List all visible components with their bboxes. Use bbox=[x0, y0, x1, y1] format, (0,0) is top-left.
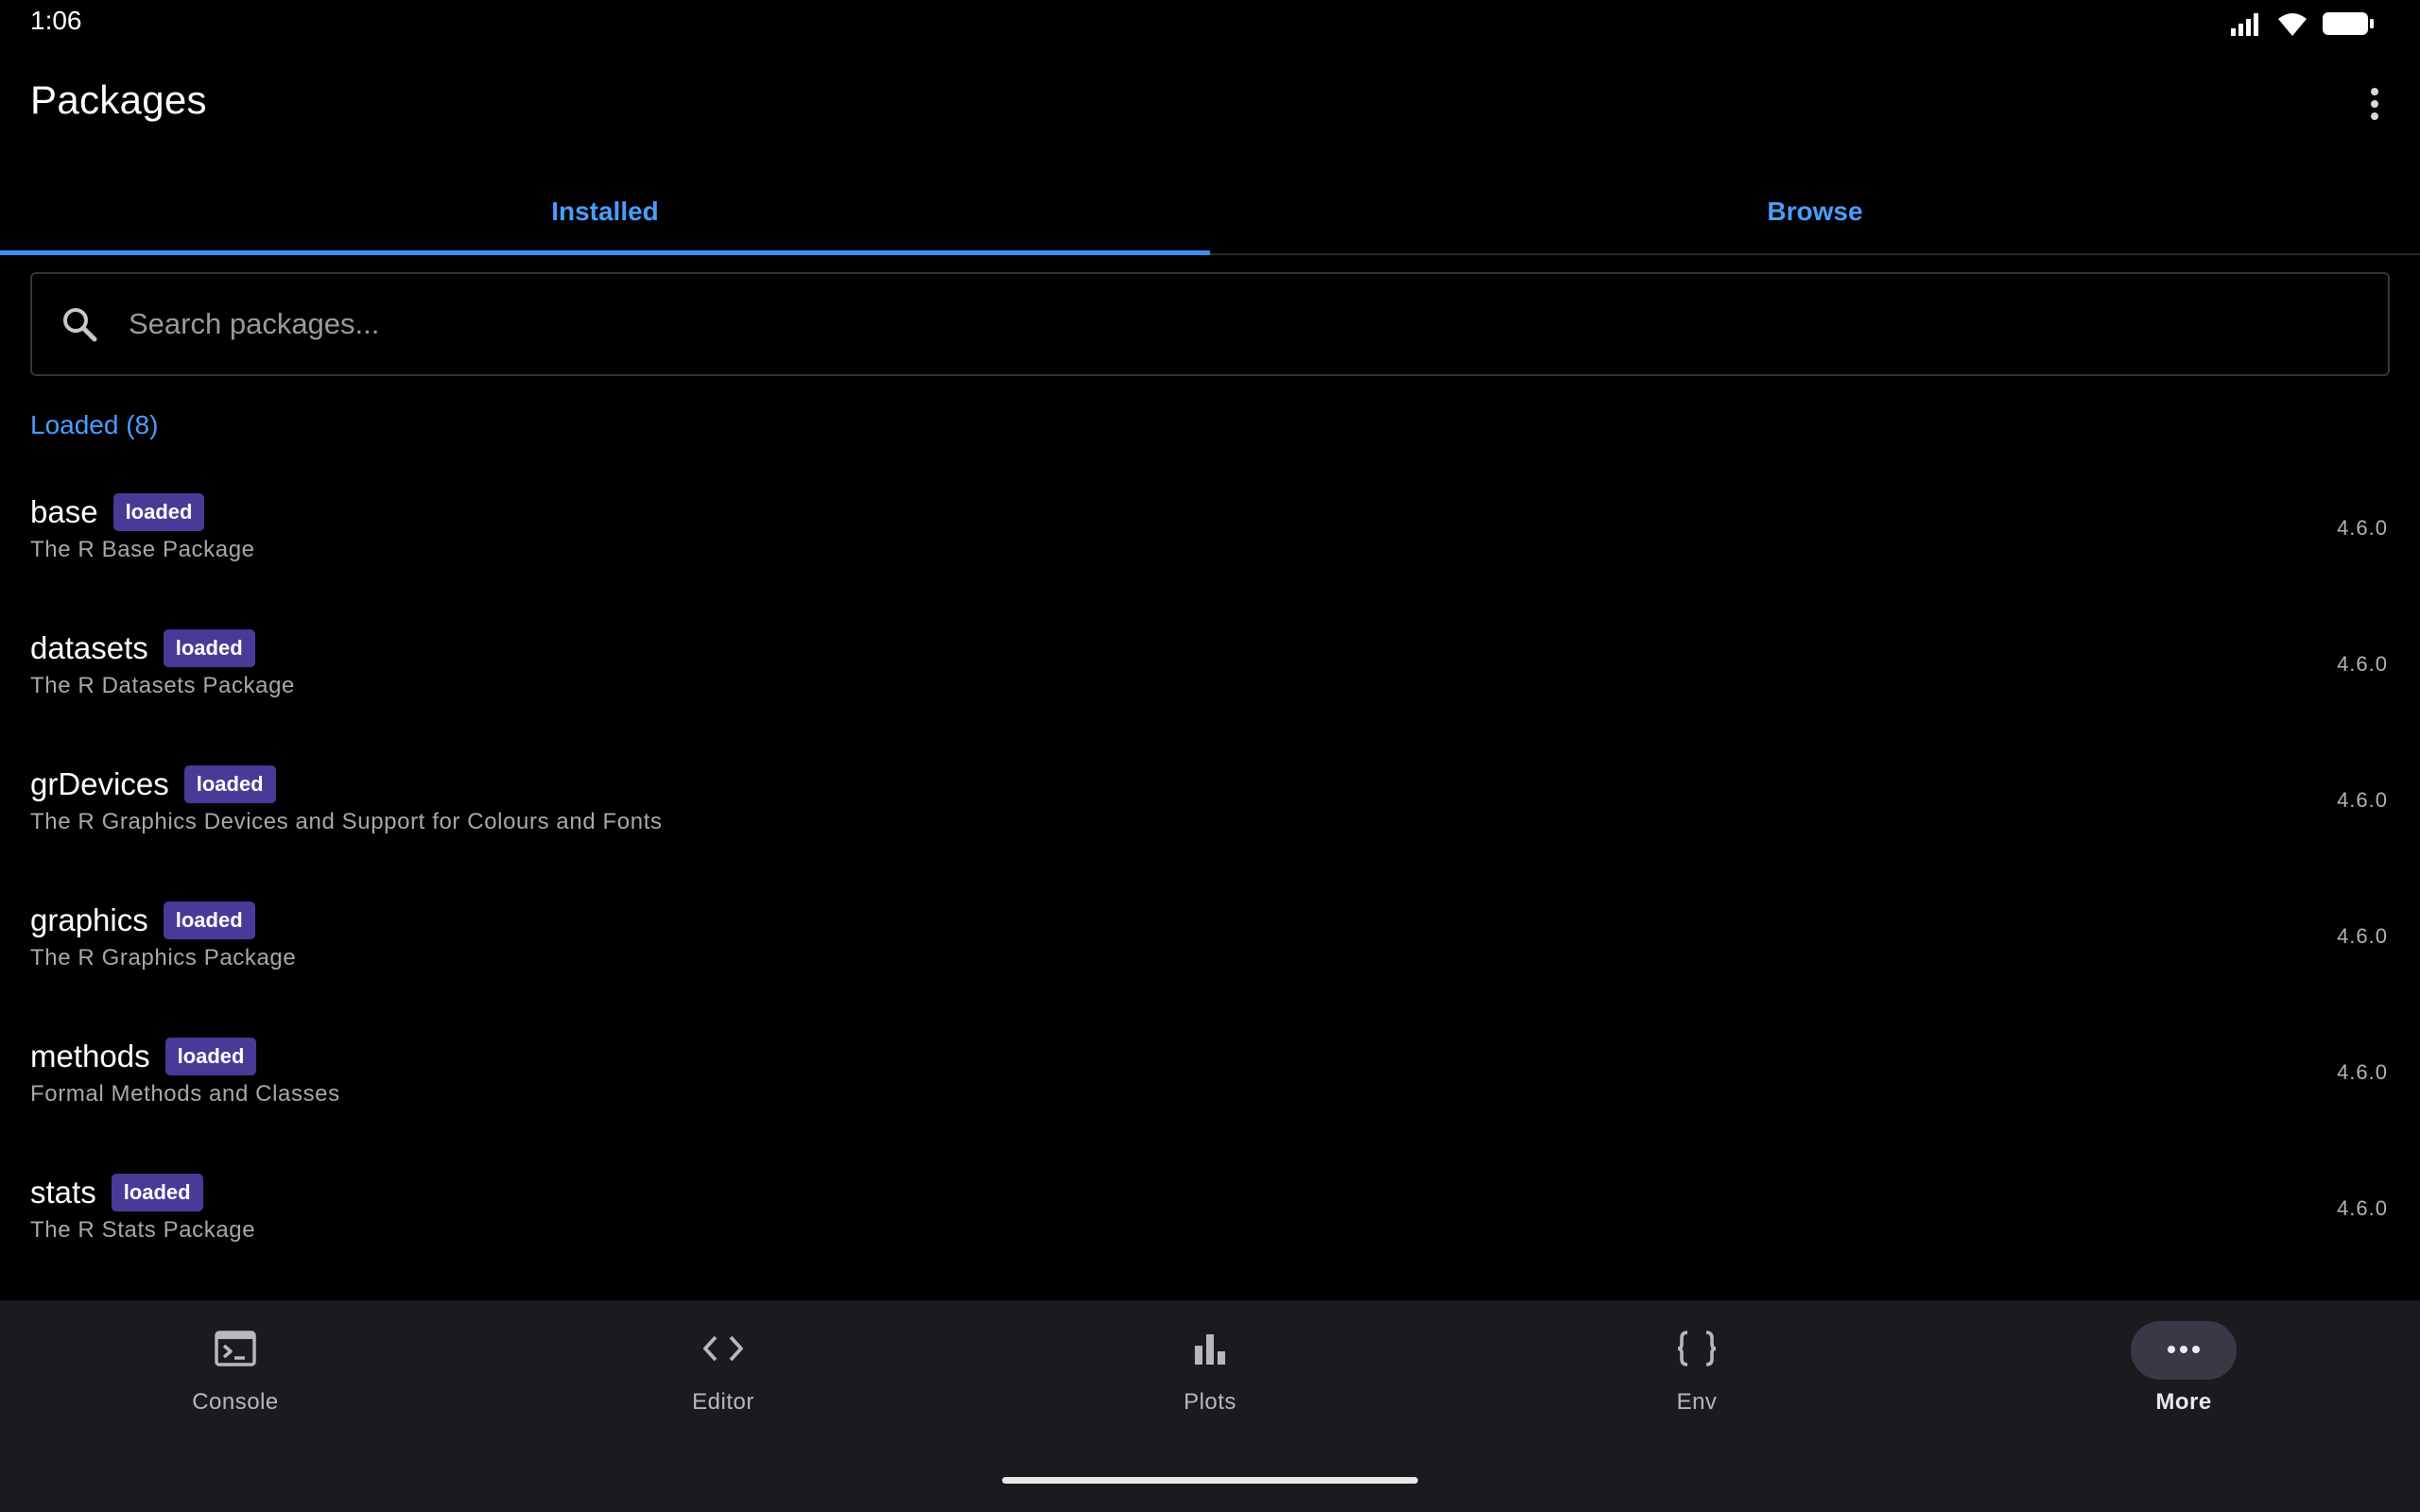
package-description: The R Graphics Devices and Support for C… bbox=[30, 809, 663, 834]
package-name: methods bbox=[30, 1039, 150, 1074]
nav-label: More bbox=[2155, 1389, 2212, 1415]
package-name: grDevices bbox=[30, 766, 169, 801]
nav-icon-container bbox=[2131, 1321, 2237, 1380]
loaded-badge: loaded bbox=[111, 1174, 203, 1211]
section-header-loaded: Loaded (8) bbox=[30, 410, 159, 439]
package-name: datasets bbox=[30, 630, 148, 665]
tab-installed[interactable]: Installed bbox=[0, 178, 1210, 255]
package-header: stats loaded bbox=[30, 1174, 203, 1211]
loaded-badge: loaded bbox=[164, 1038, 257, 1075]
bar-chart-icon bbox=[1193, 1332, 1227, 1369]
package-version: 4.6.0 bbox=[2337, 788, 2388, 812]
nav-console[interactable]: Console bbox=[122, 1321, 349, 1435]
search-input[interactable] bbox=[129, 296, 2388, 352]
tab-browse[interactable]: Browse bbox=[1210, 178, 2420, 253]
terminal-icon bbox=[215, 1330, 256, 1371]
wifi-icon bbox=[2276, 10, 2308, 37]
search-box[interactable] bbox=[30, 272, 2390, 376]
nav-label: Plots bbox=[1184, 1389, 1236, 1415]
package-list: base loaded The R Base Package 4.6.0 dat… bbox=[0, 463, 2420, 1280]
package-description: The R Stats Package bbox=[30, 1217, 256, 1243]
package-name: stats bbox=[30, 1175, 96, 1210]
package-row-methods[interactable]: methods loaded Formal Methods and Classe… bbox=[0, 1007, 2420, 1143]
more-horiz-icon bbox=[2167, 1342, 2201, 1359]
page-title: Packages bbox=[30, 77, 207, 122]
package-name: graphics bbox=[30, 902, 148, 937]
nav-env[interactable]: Env bbox=[1583, 1321, 1810, 1435]
braces-icon bbox=[1676, 1330, 1718, 1372]
package-version: 4.6.0 bbox=[2337, 1060, 2388, 1084]
search-icon bbox=[57, 301, 102, 347]
package-row-datasets[interactable]: datasets loaded The R Datasets Package 4… bbox=[0, 599, 2420, 735]
nav-label: Console bbox=[192, 1389, 279, 1415]
package-description: The R Datasets Package bbox=[30, 673, 296, 698]
nav-icon-container bbox=[670, 1321, 776, 1380]
overflow-menu-button[interactable] bbox=[2358, 83, 2392, 129]
package-row-graphics[interactable]: graphics loaded The R Graphics Package 4… bbox=[0, 871, 2420, 1007]
package-description: Formal Methods and Classes bbox=[30, 1081, 340, 1107]
nav-plots[interactable]: Plots bbox=[1097, 1321, 1323, 1435]
tab-bar: Installed Browse bbox=[0, 178, 2420, 255]
nav-label: Editor bbox=[692, 1389, 754, 1415]
package-row-base[interactable]: base loaded The R Base Package 4.6.0 bbox=[0, 463, 2420, 599]
package-version: 4.6.0 bbox=[2337, 516, 2388, 540]
nav-label: Env bbox=[1676, 1389, 1718, 1415]
nav-editor[interactable]: Editor bbox=[610, 1321, 837, 1435]
package-version: 4.6.0 bbox=[2337, 1196, 2388, 1220]
package-version: 4.6.0 bbox=[2337, 924, 2388, 948]
package-description: The R Base Package bbox=[30, 537, 255, 562]
status-time: 1:06 bbox=[30, 6, 82, 35]
signal-icon bbox=[2231, 11, 2263, 36]
nav-icon-container bbox=[1644, 1321, 1750, 1380]
package-header: base loaded bbox=[30, 493, 205, 531]
nav-icon-container bbox=[1157, 1321, 1263, 1380]
package-row-grdevices[interactable]: grDevices loaded The R Graphics Devices … bbox=[0, 735, 2420, 871]
loaded-badge: loaded bbox=[163, 902, 255, 939]
nav-icon-container bbox=[182, 1321, 288, 1380]
code-icon bbox=[702, 1334, 744, 1367]
loaded-badge: loaded bbox=[112, 493, 205, 531]
package-header: methods loaded bbox=[30, 1038, 257, 1075]
package-description: The R Graphics Package bbox=[30, 945, 297, 971]
package-header: datasets loaded bbox=[30, 629, 255, 667]
packages-screen: 1:06 Packages Installed Browse Search pa… bbox=[0, 0, 2420, 1512]
nav-more[interactable]: More bbox=[2070, 1321, 2297, 1435]
status-icons bbox=[2231, 9, 2375, 38]
status-bar: 1:06 bbox=[0, 0, 2420, 47]
loaded-badge: loaded bbox=[163, 629, 255, 667]
package-header: graphics loaded bbox=[30, 902, 255, 939]
loaded-badge: loaded bbox=[183, 765, 276, 803]
more-vert-icon bbox=[2370, 87, 2379, 126]
package-header: grDevices loaded bbox=[30, 765, 276, 803]
battery-icon bbox=[2322, 10, 2375, 37]
package-row-stats[interactable]: stats loaded The R Stats Package 4.6.0 bbox=[0, 1143, 2420, 1280]
package-version: 4.6.0 bbox=[2337, 652, 2388, 676]
package-name: base bbox=[30, 494, 98, 529]
home-indicator[interactable] bbox=[1002, 1477, 1418, 1484]
